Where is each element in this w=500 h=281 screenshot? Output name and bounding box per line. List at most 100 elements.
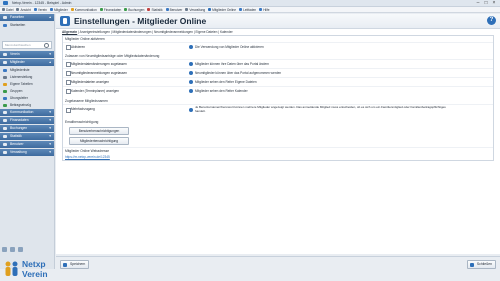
settings-icon[interactable] [2,247,7,252]
info-icon [189,45,193,49]
menu-label: Benutzer [169,7,183,12]
menu-label: Mitglieder Online [212,7,237,12]
menu-label: Buchungen [128,7,145,12]
member-notification-button[interactable]: Mitgliederbenachrichtigung [69,137,129,145]
sidebar-section-verwaltung[interactable]: Verwaltung ▾ [0,149,54,156]
section-title: Mitglieder Online Webadresse [63,147,493,154]
menu-label: Leitfaden [243,7,257,12]
menu-verwaltung[interactable]: Verwaltung [185,8,205,12]
menu-search-input[interactable]: Menü durchsuchen [2,41,52,49]
menu-icon [2,8,5,11]
menu-hilfe[interactable]: Hilfe [259,8,270,12]
close-button[interactable]: Schließen [466,260,496,269]
section-icon [3,143,7,146]
menu-icon [239,8,243,11]
setting-description: Mitglieder können ihre Daten über das Po… [195,62,270,66]
sidebar-item-startseiten[interactable]: Startseiten [0,22,54,29]
page-header: Einstellungen - Mitglieder Online ? [56,14,500,29]
people-logo-icon [5,261,18,276]
menu-icon [49,8,53,11]
sidebar-item-mitgliederliste[interactable]: Mitgliederliste [0,67,54,74]
sidebar-item-listenerstellung[interactable]: Listenerstellung [0,74,54,81]
save-label: Speichern [70,262,86,266]
close-window-button[interactable]: × [490,0,498,6]
section-icon [3,135,7,138]
info-icon[interactable] [10,247,15,252]
menu-label: Mitglieder [53,7,68,12]
sidebar-item-übungsleiter[interactable]: Übungsleiter [0,95,54,102]
settings-panel: Mitglieder Online aktivieren Aktivieren … [62,35,494,161]
sidebar-section-kommunikation[interactable]: Kommunikation ▾ [0,109,54,116]
menu-finanzdaten[interactable]: Finanzdaten [99,7,122,12]
sidebar-item-eigene-tabellen[interactable]: Eigene Tabellen [0,81,54,88]
info-icon [189,89,193,93]
chevron-icon: ▾ [49,52,51,56]
section-icon [3,111,7,114]
tab-others[interactable]: | Anzeigeeinstellungen | Mitgliederdaten… [77,30,233,34]
setting-row: Mitgliederdateien anzeigen Mitglieder seh… [63,77,493,86]
save-icon [63,262,67,267]
refresh-icon[interactable] [18,247,23,252]
menu-statistik[interactable]: Statistik [147,8,163,12]
chevron-icon: ▴ [49,60,51,64]
menu-label: Finanzdaten [103,7,122,12]
sidebar-item-label: Startseiten [10,23,26,27]
menu-icon [259,8,263,11]
menu-mitglieder[interactable]: Mitglieder [49,7,68,12]
menu-datei[interactable]: Datei [2,8,13,12]
menu-leitfaden[interactable]: Leitfaden [239,8,256,12]
menu-kommunikation[interactable]: Kommunikation [70,8,97,12]
menu-icon [208,8,212,11]
sidebar-toolbar [2,247,23,252]
sidebar-favoriten[interactable]: Favoriten ▴ [0,14,54,21]
sidebar-section-label: Mitglieder [10,60,25,64]
menu-icon [165,8,169,11]
menu-icon [99,8,103,11]
sidebar-section-benutzer[interactable]: Benutzer ▾ [0,141,54,148]
setting-label: Mitgliederdateien anzeigen [71,80,110,84]
menu-benutzer[interactable]: Benutzer [165,7,183,12]
webaddress-link[interactable]: https://m.netxp-verein.de/12345 [65,155,110,159]
chevron-icon: ▾ [49,126,51,130]
sidebar-section-verein[interactable]: Verein ▾ [0,51,54,58]
admin-notification-button[interactable]: Benutzerbenachrichtigungen [69,127,129,135]
save-button[interactable]: Speichern [60,260,90,269]
item-icon [3,90,7,93]
sidebar-item-label: Gruppen [10,89,23,93]
sidebar: Favoriten ▴ Startseiten Menü durchsuchen … [0,14,55,279]
menu-label: Ansicht [20,7,31,12]
menu-mitglieder-online[interactable]: Mitglieder Online [208,8,236,12]
home-icon [3,24,7,27]
menu-verein[interactable]: Verein [33,8,47,12]
setting-label: Mitgliederdatenänderungen zugelassen [71,62,127,66]
menu-ansicht[interactable]: Ansicht [16,7,31,12]
sidebar-section-statistik[interactable]: Statistik ▾ [0,133,54,140]
maximize-button[interactable]: □ [482,0,490,6]
window-titlebar: Netxp-Verein - 12345 - Beispiel - Admin … [0,0,500,7]
sidebar-item-beitragseinzüg[interactable]: Beitragseinzüg [0,102,54,109]
menu-icon [185,8,189,11]
tab-allgemein[interactable]: Allgemein [62,30,77,34]
window-title: Netxp-Verein - 12345 - Beispiel - Admin [12,1,72,5]
app-icon [3,1,8,5]
webaddress-row: https://m.netxp-verein.de/12345 [63,154,493,160]
sidebar-section-label: Kommunikation [10,110,34,114]
setting-label: Kalender (Terminplaner) anzeigen [71,89,120,93]
sidebar-section-mitglieder[interactable]: Mitglieder ▴ [0,59,54,66]
tab-bar: Allgemein | Anzeigeeinstellungen | Mitgl… [62,30,233,34]
menu-icon [70,8,74,11]
netxp-logo: Netxp Verein [2,257,54,281]
sidebar-item-gruppen[interactable]: Gruppen [0,88,54,95]
mobile-icon [60,16,70,26]
setting-row-multi: Mehrfachzugang Je Benutzernamen/Kennwort… [63,104,493,117]
sidebar-section-label: Buchungen [10,126,28,130]
setting-description: Die Verwendung von Mitglieder Online akt… [195,45,264,49]
sidebar-item-label: Eigene Tabellen [10,82,33,86]
section-icon [3,127,7,130]
setting-description: Neumitglieder können über das Portal auf… [195,71,282,75]
menu-buchungen[interactable]: Buchungen [124,8,144,12]
sidebar-section-buchungen[interactable]: Buchungen ▾ [0,125,54,132]
minimize-button[interactable]: – [474,0,482,6]
sidebar-section-finanzdaten[interactable]: Finanzdaten ▾ [0,117,54,124]
help-button[interactable]: ? [487,16,496,25]
